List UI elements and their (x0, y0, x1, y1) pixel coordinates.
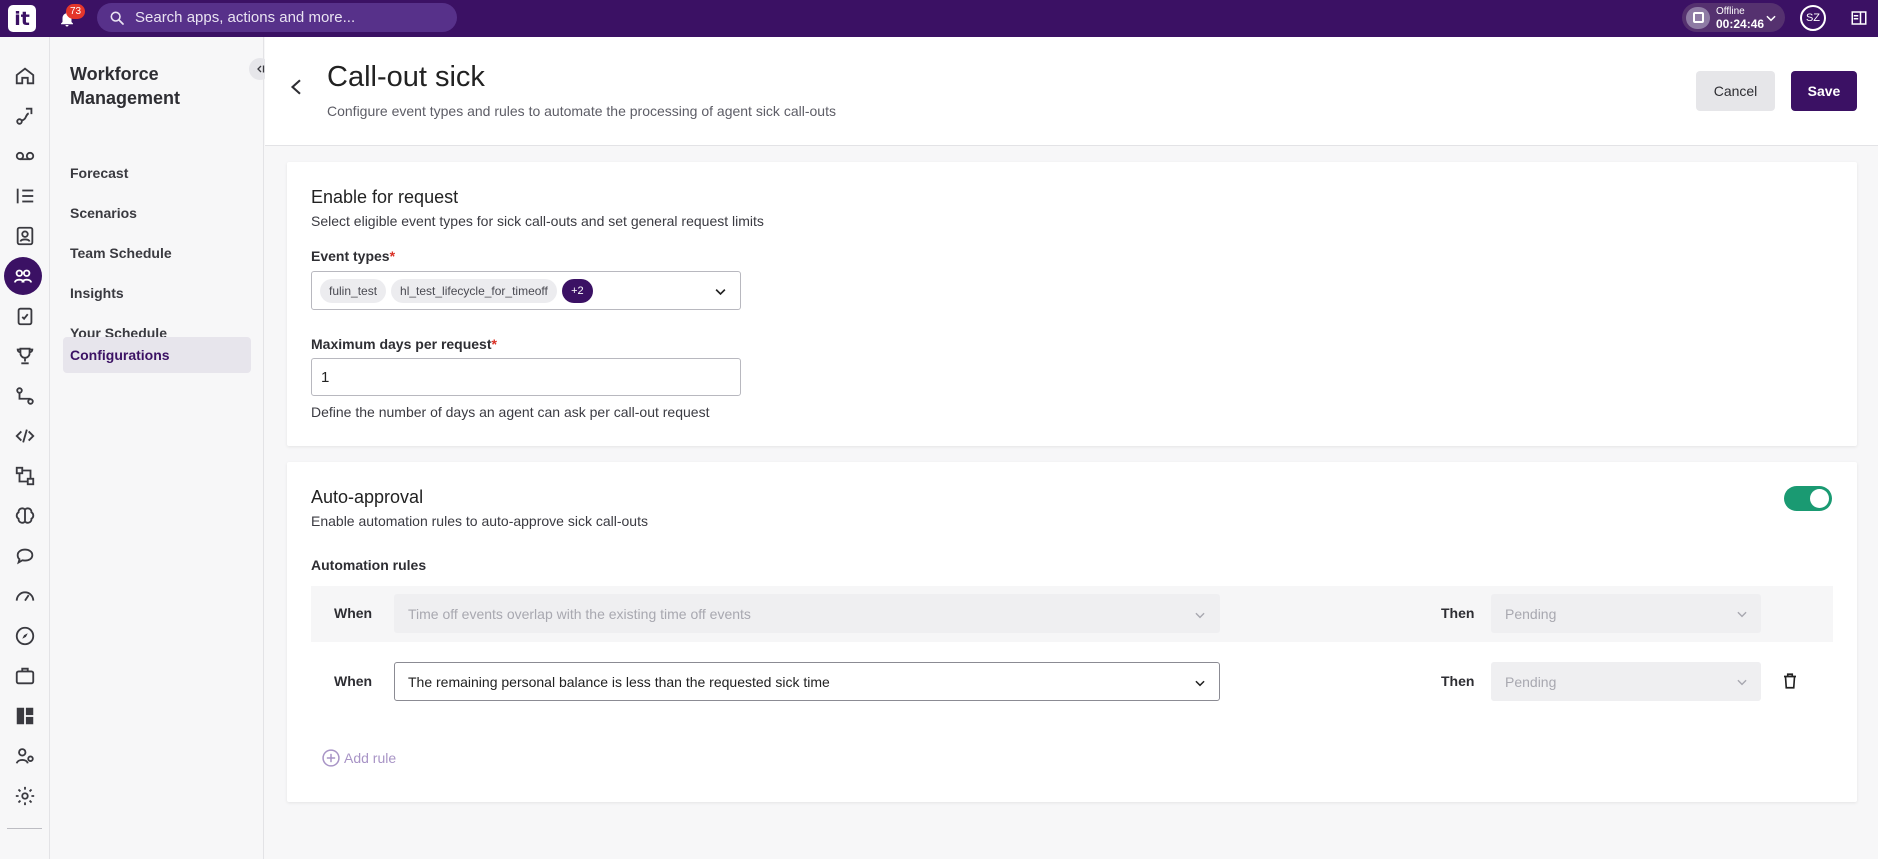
plus-circle-icon (322, 749, 340, 767)
condition-select[interactable]: The remaining personal balance is less t… (394, 662, 1220, 701)
chevron-down-icon (715, 289, 726, 296)
app-logo[interactable]: it (8, 5, 36, 32)
journey-icon[interactable] (5, 98, 45, 134)
chevron-down-icon (1195, 680, 1205, 687)
avatar[interactable]: SZ (1800, 5, 1826, 31)
outcome-value: Pending (1505, 673, 1557, 690)
back-arrow-icon[interactable] (288, 78, 306, 96)
dashboard-icon[interactable] (5, 698, 45, 734)
nav-item-insights[interactable]: Insights (63, 275, 251, 311)
outcome-select: Pending (1491, 662, 1761, 701)
add-rule-button[interactable]: Add rule (321, 748, 396, 768)
max-days-help: Define the number of days an agent can a… (311, 404, 710, 420)
toggle-knob (1810, 489, 1829, 508)
when-label: When (334, 605, 373, 621)
workforce-icon[interactable] (4, 257, 42, 295)
event-types-select[interactable]: fulin_test hl_test_lifecycle_for_timeoff… (311, 271, 741, 310)
app-rail (0, 37, 50, 859)
chevron-down-icon (1195, 612, 1205, 619)
flow-icon[interactable] (5, 378, 45, 414)
when-label: When (334, 673, 373, 689)
home-icon[interactable] (5, 58, 45, 94)
event-types-label: Event types* (311, 248, 396, 264)
gauge-icon[interactable] (5, 578, 45, 614)
voicemail-icon[interactable] (5, 138, 45, 174)
event-types-label-text: Event types (311, 248, 390, 264)
add-rule-label: Add rule (344, 750, 397, 766)
code-icon[interactable] (5, 418, 45, 454)
notification-badge: 73 (66, 4, 86, 19)
auto-approval-toggle[interactable] (1784, 486, 1832, 511)
search-icon (110, 11, 124, 25)
section-nav: Workforce Management Forecast Scenarios … (50, 37, 271, 859)
outcome-select: Pending (1491, 594, 1761, 633)
condition-select: Time off events overlap with the existin… (394, 594, 1220, 633)
card-title: Enable for request (311, 187, 459, 207)
global-search[interactable]: Search apps, actions and more... (97, 3, 457, 32)
then-label: Then (1441, 673, 1475, 689)
side-panel-icon[interactable] (1850, 9, 1868, 27)
briefcase-icon[interactable] (5, 658, 45, 694)
event-type-chip[interactable]: fulin_test (320, 278, 387, 303)
cancel-button[interactable]: Cancel (1696, 71, 1775, 111)
max-days-input[interactable] (311, 358, 741, 396)
agent-status-selector[interactable]: Offline 00:24:46 (1682, 3, 1785, 32)
nav-item-team-schedule[interactable]: Team Schedule (63, 235, 251, 271)
section-title: Workforce Management (70, 64, 181, 108)
then-label: Then (1441, 605, 1475, 621)
search-placeholder: Search apps, actions and more... (135, 9, 356, 26)
max-days-label-text: Maximum days per request (311, 336, 492, 352)
chevron-down-icon (1737, 611, 1747, 618)
list-icon[interactable] (5, 178, 45, 214)
auto-approval-card: Auto-approval Enable automation rules to… (287, 462, 1857, 802)
chat-icon[interactable] (5, 538, 45, 574)
gear-icon[interactable] (5, 778, 45, 814)
outcome-value: Pending (1505, 605, 1557, 622)
condition-value: Time off events overlap with the existin… (408, 605, 751, 622)
page-subtitle: Configure event types and rules to autom… (327, 103, 836, 119)
status-label: Offline (1716, 5, 1745, 17)
enable-for-request-card: Enable for request Select eligible event… (287, 162, 1857, 446)
contact-book-icon[interactable] (5, 218, 45, 254)
status-timer: 00:24:46 (1716, 16, 1765, 31)
brain-icon[interactable] (5, 498, 45, 534)
workflow-icon[interactable] (5, 458, 45, 494)
chevron-down-icon (1737, 679, 1747, 686)
status-icon (1686, 6, 1710, 29)
max-days-label: Maximum days per request* (311, 336, 497, 352)
card-subtitle: Enable automation rules to auto-approve … (311, 513, 648, 529)
nav-item-configurations[interactable]: Configurations (63, 337, 251, 373)
card-subtitle: Select eligible event types for sick cal… (311, 213, 764, 229)
more-chips-badge[interactable]: +2 (561, 278, 593, 303)
trash-icon[interactable] (1781, 671, 1799, 691)
condition-value: The remaining personal balance is less t… (408, 673, 830, 690)
page-title: Call-out sick (327, 61, 485, 93)
automation-rule-row: When Time off events overlap with the ex… (311, 586, 1833, 642)
clipboard-icon[interactable] (5, 298, 45, 334)
card-title: Auto-approval (311, 487, 424, 507)
rail-divider (7, 828, 42, 829)
compass-icon[interactable] (5, 618, 45, 654)
nav-item-forecast[interactable]: Forecast (63, 155, 251, 191)
trophy-icon[interactable] (5, 338, 45, 374)
chevron-down-icon (1766, 15, 1776, 22)
page-header: Call-out sick Configure event types and … (265, 37, 1878, 146)
save-button[interactable]: Save (1791, 71, 1857, 111)
user-settings-icon[interactable] (5, 738, 45, 774)
automation-rule-row: When The remaining personal balance is l… (311, 654, 1833, 710)
nav-item-scenarios[interactable]: Scenarios (63, 195, 251, 231)
event-type-chip[interactable]: hl_test_lifecycle_for_timeoff (391, 278, 557, 303)
top-bar: it 73 Search apps, actions and more... O… (0, 0, 1878, 37)
automation-rules-label: Automation rules (311, 557, 427, 573)
